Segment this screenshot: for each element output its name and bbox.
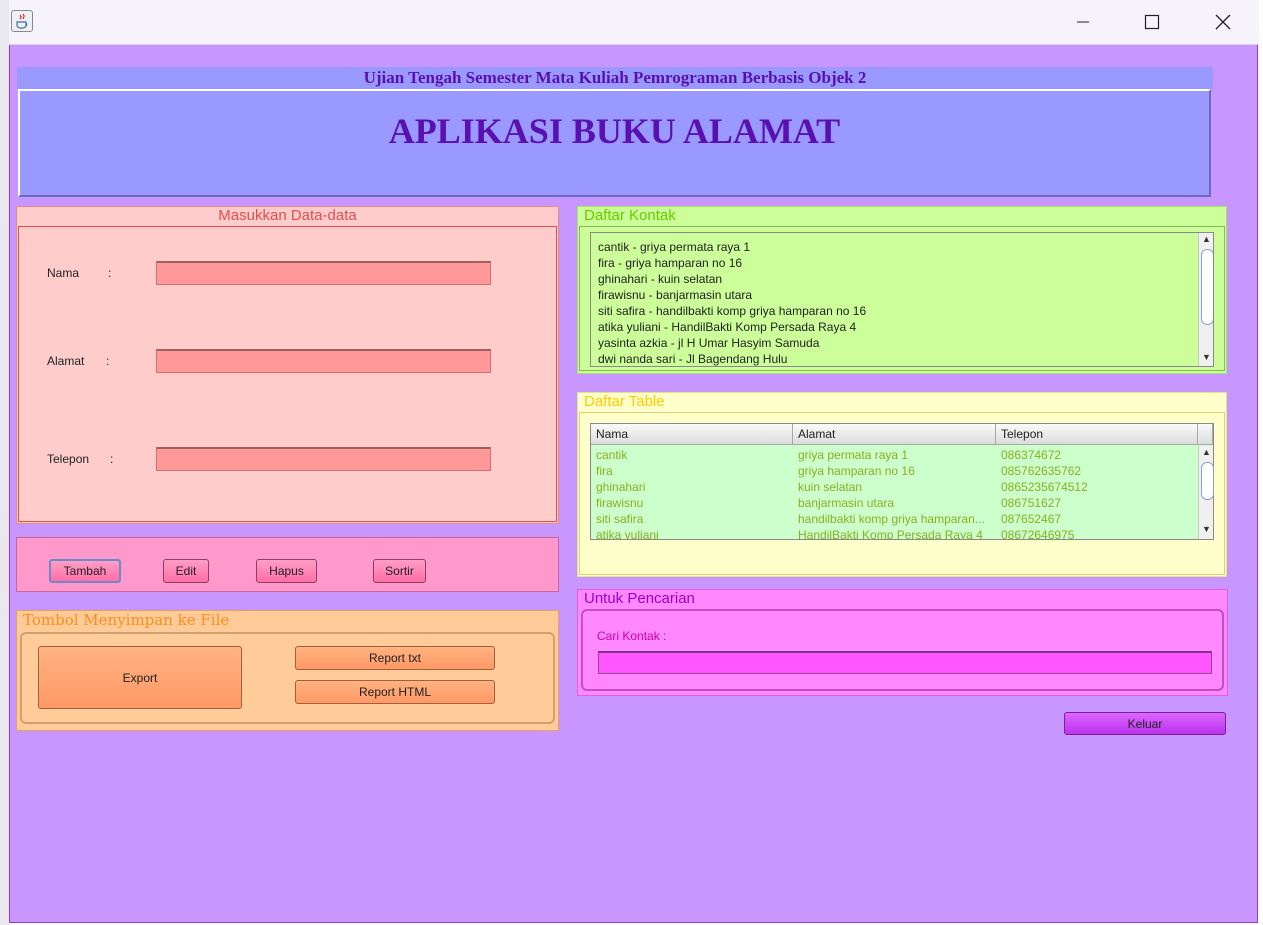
table-cell: 087652467: [1001, 512, 1062, 526]
search-panel-title: Untuk Pencarian: [584, 590, 695, 607]
scrollbar-thumb[interactable]: [1201, 462, 1214, 500]
column-header-nama[interactable]: Nama: [591, 424, 793, 445]
table-cell: 086751627: [1001, 496, 1062, 510]
hapus-button[interactable]: Hapus: [256, 559, 317, 583]
table-cell: fira: [596, 464, 613, 478]
scroll-up-icon[interactable]: ▲: [1199, 234, 1213, 244]
list-item[interactable]: fira - griya hamparan no 16: [598, 256, 742, 270]
alamat-label: Alamat: [47, 354, 85, 368]
table-row[interactable]: firawisnu banjarmasin utara 086751627: [591, 496, 1198, 512]
scroll-down-icon[interactable]: ▼: [1199, 352, 1213, 362]
save-panel-title: Tombol Menyimpan ke File: [23, 611, 230, 629]
scrollbar-thumb[interactable]: [1201, 249, 1213, 325]
table-cell: cantik: [596, 448, 628, 462]
contact-list[interactable]: cantik - griya permata raya 1 fira - gri…: [590, 232, 1214, 367]
telepon-colon: :: [110, 452, 114, 466]
close-icon: [1215, 14, 1231, 30]
tambah-button[interactable]: Tambah: [49, 559, 121, 583]
search-panel-border: [581, 609, 1224, 691]
scroll-up-icon[interactable]: ▲: [1199, 447, 1214, 457]
column-header-alamat[interactable]: Alamat: [793, 424, 996, 445]
telepon-field[interactable]: [156, 447, 491, 471]
table-cell: ghinahari: [596, 480, 646, 494]
edit-button[interactable]: Edit: [163, 559, 209, 583]
input-panel-title: Masukkan Data-data: [218, 207, 357, 224]
table-cell: 0865235674512: [1001, 480, 1088, 494]
report-txt-button[interactable]: Report txt: [295, 646, 495, 670]
scroll-down-icon[interactable]: ▼: [1199, 524, 1214, 534]
alamat-colon: :: [106, 354, 110, 368]
list-item[interactable]: firawisnu - banjarmasin utara: [598, 288, 752, 302]
page-title: APLIKASI BUKU ALAMAT: [388, 111, 841, 151]
alamat-field[interactable]: [156, 349, 491, 373]
search-input[interactable]: [598, 651, 1212, 674]
table-cell: griya hamparan no 16: [798, 464, 915, 478]
nama-label: Nama: [47, 266, 80, 280]
table-body: cantik griya permata raya 1 086374672 fi…: [591, 446, 1198, 539]
table-cell: griya permata raya 1: [798, 448, 909, 462]
report-html-button[interactable]: Report HTML: [295, 680, 495, 704]
search-label: Cari Kontak :: [597, 629, 667, 643]
list-item[interactable]: ghinahari - kuin selatan: [598, 272, 722, 286]
minimize-icon: [1077, 21, 1089, 23]
table-row[interactable]: ghinahari kuin selatan 0865235674512: [591, 480, 1198, 496]
table-scrollbar[interactable]: ▲ ▼: [1198, 446, 1214, 539]
window-edge: [0, 0, 9, 925]
table-panel-title: Daftar Table: [584, 393, 665, 410]
table-cell: HandilBakti Komp Persada Raya 4: [798, 528, 983, 539]
table-cell: banjarmasin utara: [798, 496, 895, 510]
table-cell: firawisnu: [596, 496, 644, 510]
table-row[interactable]: cantik griya permata raya 1 086374672: [591, 448, 1198, 464]
list-item[interactable]: cantik - griya permata raya 1: [598, 240, 750, 254]
close-button[interactable]: [1201, 8, 1245, 36]
table-row[interactable]: atika yuliani HandilBakti Komp Persada R…: [591, 528, 1198, 539]
column-header-telepon[interactable]: Telepon: [996, 424, 1198, 445]
table-row[interactable]: fira griya hamparan no 16 085762635762: [591, 464, 1198, 480]
java-coffee-icon[interactable]: [11, 10, 33, 32]
contact-list-title: Daftar Kontak: [584, 207, 676, 224]
column-header-corner: [1198, 424, 1213, 445]
export-button[interactable]: Export: [38, 646, 242, 709]
table-cell: 08672646975: [1001, 528, 1075, 539]
list-item[interactable]: yasinta azkia - jl H Umar Hasyim Samuda: [598, 336, 819, 350]
table-cell: 085762635762: [1001, 464, 1082, 478]
table-cell: siti safira: [596, 512, 644, 526]
nama-field[interactable]: [156, 261, 491, 285]
minimize-button[interactable]: [1061, 8, 1105, 36]
list-item[interactable]: siti safira - handilbakti komp griya ham…: [598, 304, 866, 318]
table-cell: 086374672: [1001, 448, 1062, 462]
maximize-icon: [1144, 14, 1160, 30]
nama-colon: :: [108, 266, 112, 280]
table-row[interactable]: siti safira handilbakti komp griya hampa…: [591, 512, 1198, 528]
page-subtitle: Ujian Tengah Semester Mata Kuliah Pemrog…: [363, 68, 867, 87]
maximize-button[interactable]: [1130, 8, 1174, 36]
list-item[interactable]: atika yuliani - HandilBakti Komp Persada…: [598, 320, 856, 334]
table-cell: atika yuliani: [596, 528, 659, 539]
keluar-button[interactable]: Keluar: [1064, 712, 1226, 735]
list-item[interactable]: dwi nanda sari - Jl Bagendang Hulu: [598, 352, 787, 366]
table-cell: handilbakti komp griya hamparan...: [798, 512, 985, 526]
sortir-button[interactable]: Sortir: [373, 559, 426, 583]
contact-list-scrollbar[interactable]: ▲ ▼: [1198, 233, 1213, 366]
telepon-label: Telepon: [47, 452, 90, 466]
table-cell: kuin selatan: [798, 480, 863, 494]
